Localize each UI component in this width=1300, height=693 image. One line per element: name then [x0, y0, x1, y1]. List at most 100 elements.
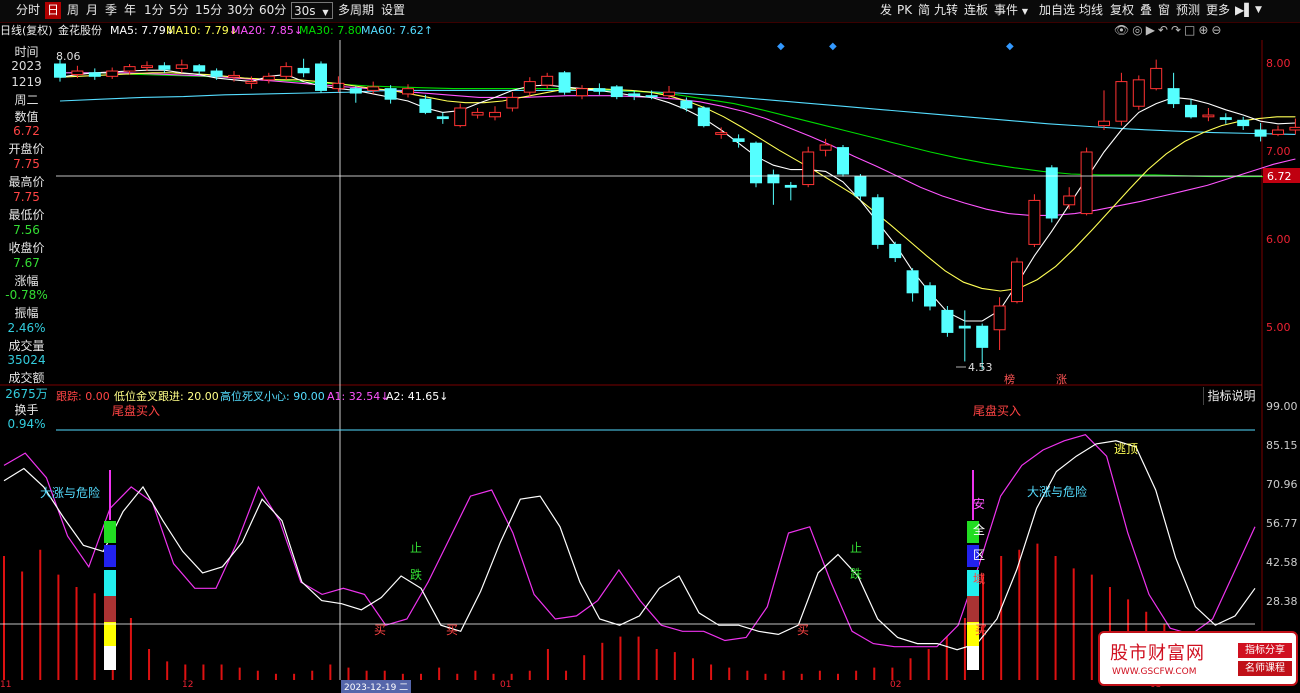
watermark-tag-share: 指标分享 — [1238, 643, 1292, 658]
ind-tick-42: 42.58 — [1266, 556, 1298, 569]
signal-stack-1 — [104, 470, 116, 670]
signal-escape-top: 逃顶 — [1114, 442, 1138, 456]
stock-name[interactable]: 金花股份 — [58, 22, 102, 39]
btn-more[interactable]: 更多 — [1204, 2, 1232, 19]
tab-30s-select[interactable]: 30s ▼ — [291, 2, 333, 19]
btn-nine-turn[interactable]: 九转 — [932, 2, 960, 19]
chevron-down-icon: ▼ — [1022, 7, 1028, 16]
candle — [176, 60, 187, 73]
candle-body — [455, 108, 466, 126]
candle-body — [1151, 68, 1162, 88]
signal-rise-danger-2: 大涨与危险 — [1027, 484, 1087, 499]
candle-body — [577, 89, 588, 96]
tab-5min[interactable]: 5分 — [167, 2, 191, 19]
candle — [803, 147, 814, 187]
info-year: 2023 — [0, 59, 53, 73]
candle-body — [925, 286, 936, 306]
indicator-name[interactable]: 跟踪: 0.00 — [56, 389, 110, 405]
candle-body — [229, 75, 240, 77]
badge-zhang[interactable]: 涨 — [1056, 373, 1067, 386]
candle — [785, 182, 796, 200]
signal-buy-2: 买 — [446, 623, 458, 637]
chart-icons[interactable]: 👁◎▶↶↷□⊕⊖ — [1114, 22, 1225, 39]
info-value: 6.72 — [0, 124, 53, 138]
ma-legend: 日线(复权) 金花股份 MA5: 7.79↓ MA10: 7.79↓ MA20:… — [0, 22, 1300, 39]
btn-events[interactable]: 事件 ▼ — [992, 2, 1030, 19]
tab-15min[interactable]: 15分 — [193, 2, 224, 19]
candle-body — [1099, 121, 1110, 125]
candle-body — [507, 97, 518, 108]
tab-monthly[interactable]: 月 — [84, 2, 100, 19]
price-tick-5: 5.00 — [1266, 321, 1291, 334]
candle-body — [594, 89, 605, 92]
candle-body — [716, 133, 727, 135]
candle-body — [1046, 168, 1057, 218]
signal-safe-4: 域 — [973, 572, 985, 586]
info-volume: 35024 — [0, 353, 53, 367]
ind-tick-99: 99.00 — [1266, 400, 1298, 413]
candle-body — [159, 66, 170, 70]
btn-add-watchlist[interactable]: 加自选 — [1037, 2, 1077, 19]
candle — [246, 76, 257, 88]
btn-adjust[interactable]: 复权 — [1108, 2, 1136, 19]
tab-60min[interactable]: 60分 — [257, 2, 288, 19]
candle-body — [959, 326, 970, 328]
btn-moving-average[interactable]: 均线 — [1077, 2, 1105, 19]
candle-body — [1168, 89, 1179, 104]
watermark-url: WWW.GSCFW.COM — [1112, 667, 1197, 677]
kline-chart[interactable]: 6.72 8.06 4.53 榜 涨 ◆ ◆ ◆ 尾盘买入 尾盘买入 大涨与危险… — [0, 0, 1300, 689]
btn-overlay[interactable]: 叠 — [1138, 2, 1154, 19]
candle — [229, 71, 240, 82]
signal-block — [967, 545, 979, 567]
event-marker-3[interactable]: ◆ — [1006, 41, 1014, 52]
event-marker-1[interactable]: ◆ — [777, 41, 785, 52]
tab-yearly[interactable]: 年 — [122, 2, 138, 19]
btn-simple[interactable]: 简 — [916, 2, 932, 19]
info-low: 7.56 — [0, 223, 53, 237]
candle-body — [1186, 105, 1197, 116]
ma30-value: MA30: 7.80 — [299, 22, 362, 39]
chevron-down-icon: ▼ — [322, 8, 328, 17]
candle-body — [907, 271, 918, 293]
btn-fa[interactable]: 发 — [878, 2, 894, 19]
candle — [716, 127, 727, 138]
btn-forecast[interactable]: 预测 — [1174, 2, 1202, 19]
candle-body — [994, 306, 1005, 330]
tab-multi-period[interactable]: 多周期 — [336, 2, 376, 19]
tab-30min[interactable]: 30分 — [225, 2, 256, 19]
btn-pk[interactable]: PK — [895, 2, 914, 19]
candle — [768, 170, 779, 205]
value-label: 数值 — [0, 108, 53, 125]
tab-weekly[interactable]: 周 — [65, 2, 81, 19]
low-label: 最低价 — [0, 206, 53, 223]
candle-body — [1116, 82, 1127, 122]
dropdown-icon[interactable]: ▼ — [1253, 2, 1264, 19]
tab-1min[interactable]: 1分 — [142, 2, 166, 19]
candle — [316, 61, 327, 93]
candle-body — [524, 82, 535, 93]
tab-daily[interactable]: 日 — [45, 2, 61, 19]
candle — [855, 174, 866, 200]
indicator-a2: A2: 41.65↓ — [386, 389, 448, 405]
candle — [455, 104, 466, 128]
tab-intraday[interactable]: 分时 — [14, 2, 42, 19]
signal-block — [967, 622, 979, 646]
candle-body — [681, 101, 692, 108]
candle-body — [890, 244, 901, 257]
badge-bang[interactable]: 榜 — [1004, 372, 1015, 386]
ma60-value: MA60: 7.62↑ — [361, 22, 433, 39]
candle — [733, 134, 744, 147]
indicator-help-button[interactable]: 指标说明 — [1203, 387, 1259, 405]
candle-body — [855, 177, 866, 196]
candle-body — [385, 89, 396, 100]
candle-body — [1029, 200, 1040, 244]
candle-body — [281, 67, 292, 77]
candle-body — [246, 82, 257, 84]
btn-limit-up[interactable]: 连板 — [962, 2, 990, 19]
event-marker-2[interactable]: ◆ — [829, 41, 837, 52]
btn-window[interactable]: 窗 — [1156, 2, 1172, 19]
candle-body — [437, 117, 448, 119]
tab-quarterly[interactable]: 季 — [103, 2, 119, 19]
candle-body — [298, 68, 309, 72]
tab-settings[interactable]: 设置 — [379, 2, 407, 19]
